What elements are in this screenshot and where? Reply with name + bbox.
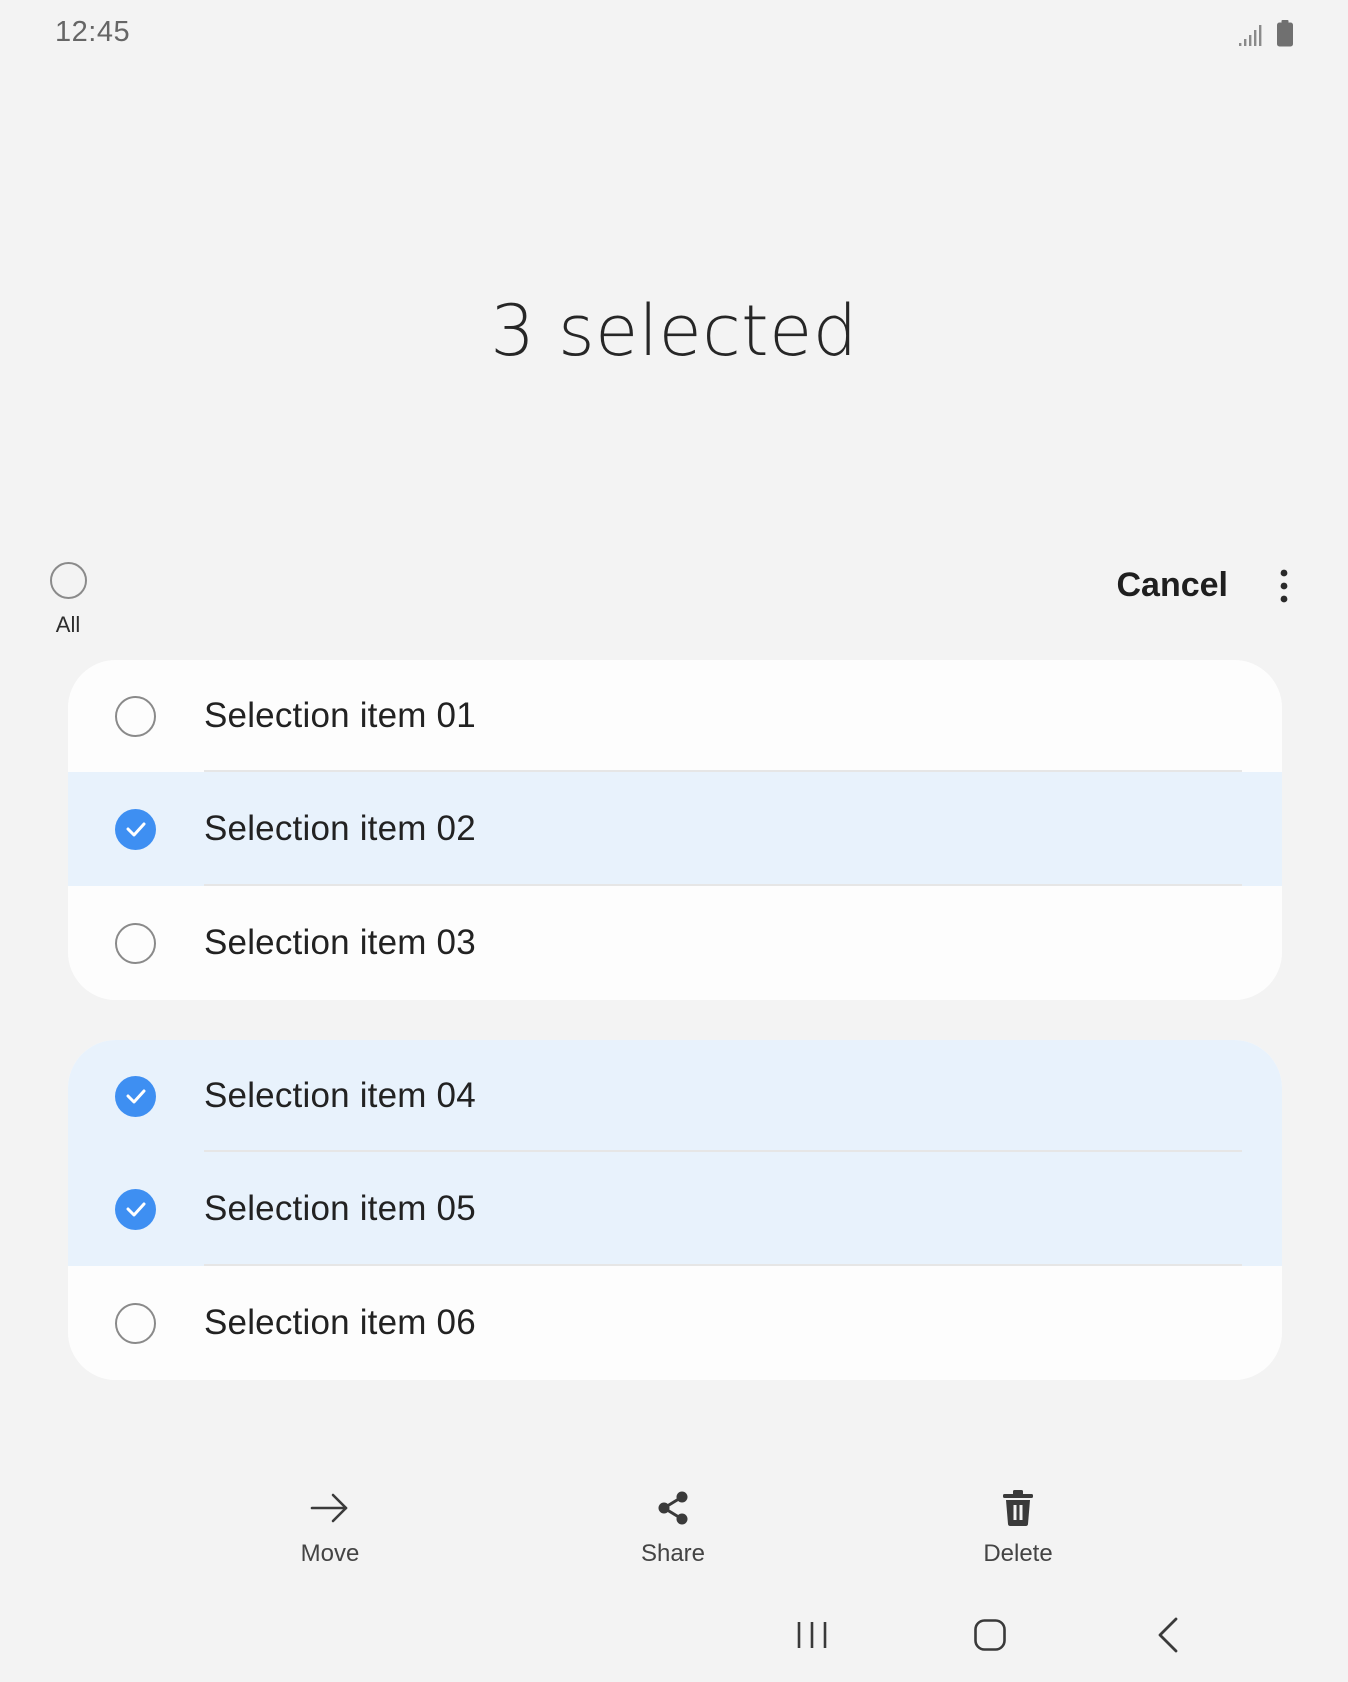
list-item-label: Selection item 02 — [204, 809, 476, 848]
list-item[interactable]: Selection item 06 — [68, 1266, 1282, 1380]
back-icon[interactable] — [1156, 1617, 1180, 1658]
share-button[interactable]: Share — [603, 1488, 743, 1568]
recents-button[interactable] — [782, 1612, 842, 1662]
signal-icon — [1238, 23, 1262, 47]
select-all-checkbox[interactable]: All — [44, 562, 92, 638]
checkbox-icon[interactable] — [115, 695, 156, 737]
list-item[interactable]: Selection item 05 — [68, 1152, 1282, 1266]
home-icon[interactable] — [973, 1618, 1007, 1657]
list-item-label: Selection item 05 — [204, 1189, 476, 1228]
move-button[interactable]: Move — [260, 1488, 400, 1568]
list-item[interactable]: Selection item 03 — [68, 886, 1282, 1000]
arrow-right-icon[interactable] — [310, 1488, 350, 1528]
select-all-label: All — [55, 612, 81, 637]
selection-list-group-1: Selection item 01 Selection item 02 Sele… — [68, 660, 1282, 1000]
checkmark-icon[interactable] — [115, 1075, 156, 1117]
list-item[interactable]: Selection item 01 — [68, 660, 1282, 772]
checkbox-icon[interactable] — [115, 1302, 156, 1344]
share-icon[interactable] — [656, 1488, 690, 1528]
delete-label: Delete — [983, 1540, 1053, 1567]
select-all-circle-icon[interactable] — [49, 562, 87, 599]
list-item[interactable]: Selection item 04 — [68, 1040, 1282, 1152]
home-button[interactable] — [960, 1612, 1020, 1662]
list-item-label: Selection item 04 — [204, 1076, 476, 1115]
list-item-label: Selection item 06 — [204, 1303, 476, 1342]
selection-list-group-2: Selection item 04 Selection item 05 Sele… — [68, 1040, 1282, 1380]
share-label: Share — [640, 1540, 706, 1567]
list-item-label: Selection item 01 — [204, 696, 476, 735]
checkbox-icon[interactable] — [115, 922, 156, 964]
trash-icon[interactable] — [1002, 1488, 1034, 1528]
status-time: 12:45 — [55, 16, 131, 48]
status-icons — [1238, 20, 1294, 47]
list-item[interactable]: Selection item 02 — [68, 772, 1282, 886]
battery-icon — [1276, 20, 1294, 47]
move-label: Move — [300, 1540, 360, 1567]
more-options-button[interactable] — [1270, 568, 1298, 608]
checkmark-icon[interactable] — [115, 808, 156, 850]
back-button[interactable] — [1138, 1612, 1198, 1662]
recents-icon[interactable] — [795, 1620, 829, 1655]
more-vertical-icon[interactable] — [1280, 569, 1288, 608]
delete-button[interactable]: Delete — [948, 1488, 1088, 1568]
list-item-label: Selection item 03 — [204, 923, 476, 962]
status-bar: 12:45 — [0, 0, 1348, 70]
page-title: 3 selected — [490, 290, 858, 372]
cancel-button[interactable]: Cancel — [1117, 566, 1229, 605]
checkmark-icon[interactable] — [115, 1188, 156, 1230]
